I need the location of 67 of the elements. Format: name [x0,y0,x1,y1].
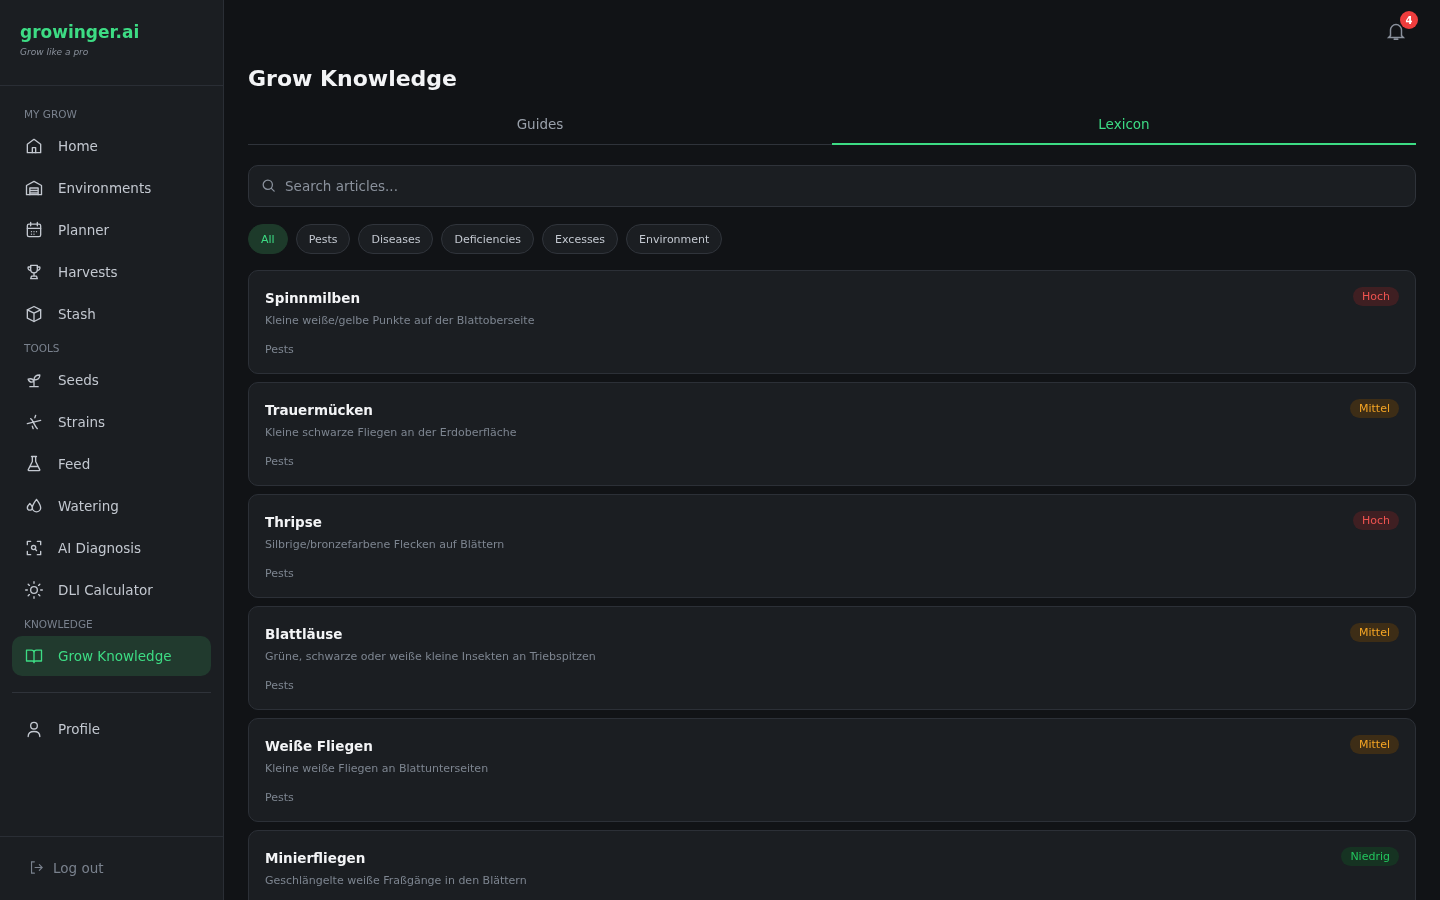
severity-badge: Mittel [1350,735,1399,754]
nav-item[interactable]: Grow Knowledge [12,636,211,676]
garage-icon [24,178,44,198]
filter-chip[interactable]: Environment [626,224,723,254]
filter-chip[interactable]: Pests [295,224,351,254]
filter-chip[interactable]: Excesses [542,224,619,254]
article-card[interactable]: Spinnmilben Kleine weiße/gelbe Punkte auf der Blattoberseite Pests Hoch [248,270,1416,374]
article-title: Minierfliegen [265,850,366,866]
nav-item[interactable]: Watering [12,486,211,526]
section-heading: MY GROW [23,107,78,122]
notification-badge: 4 [1400,11,1418,29]
severity-badge: Mittel [1350,623,1399,642]
article-category: Pests [265,791,294,804]
article-title: Trauermücken [265,402,373,418]
article-category: Pests [265,567,294,580]
tab[interactable]: Guides [248,105,832,145]
article-title: Spinnmilben [265,290,360,306]
article-category: Pests [265,679,294,692]
article-card[interactable]: Trauermücken Kleine schwarze Fliegen an der Erdoberfläche Pests Mittel [248,382,1416,486]
nav-item[interactable]: Feed [12,444,211,484]
nav-item[interactable]: DLI Calculator [12,570,211,610]
search-field[interactable]: Search articles... [248,165,1416,207]
article-card[interactable]: Blattläuse Grüne, schwarze oder weiße kleine Insekten an Triebspitzen Pests Mittel [248,606,1416,710]
logout-button[interactable]: Log out [28,859,104,876]
nav-item[interactable]: Environments [12,168,211,208]
article-card[interactable]: Minierfliegen Geschlängelte weiße Fraßgänge in den Blättern Niedrig [248,830,1416,900]
tagline: Grow like a pro [20,47,89,57]
severity-badge: Niedrig [1341,847,1399,866]
house-icon [24,136,44,156]
nav-item[interactable]: Stash [12,294,211,334]
page-title: Grow Knowledge [248,66,458,91]
article-description: Kleine weiße/gelbe Punkte auf der Blattoberseite [265,314,535,327]
severity-badge: Hoch [1352,287,1399,306]
nav-item[interactable]: Planner [12,210,211,250]
section-heading: KNOWLEDGE [23,617,94,632]
tab[interactable]: Lexicon [832,105,1416,145]
severity-badge: Hoch [1352,511,1399,530]
article-title: Thripse [265,514,322,530]
nav-item[interactable]: Profile [12,709,211,749]
scan-icon [24,538,44,558]
nav-item[interactable]: Home [12,126,211,166]
nav-item[interactable]: Seeds [12,360,211,400]
logo: growinger.ai [20,22,140,42]
filter-chip[interactable]: All [248,224,288,254]
article-description: Grüne, schwarze oder weiße kleine Insekten an Triebspitzen [265,650,596,663]
article-category: Pests [265,343,294,356]
trophy-icon [24,262,44,282]
article-card[interactable]: Thripse Silbrige/bronzefarbene Flecken auf Blättern Pests Hoch [248,494,1416,598]
article-description: Geschlängelte weiße Fraßgänge in den Blättern [265,874,527,887]
article-description: Kleine schwarze Fliegen an der Erdoberfläche [265,426,517,439]
section-heading: TOOLS [23,341,61,356]
box-icon [24,304,44,324]
article-card[interactable]: Weiße Fliegen Kleine weiße Fliegen an Blattunterseiten Pests Mittel [248,718,1416,822]
logout-icon [28,859,45,876]
article-title: Weiße Fliegen [265,738,373,754]
article-title: Blattläuse [265,626,343,642]
nav-item[interactable]: Harvests [12,252,211,292]
filter-chip[interactable]: Deficiencies [441,224,535,254]
article-description: Silbrige/bronzefarbene Flecken auf Blättern [265,538,505,551]
article-category: Pests [265,455,294,468]
article-description: Kleine weiße Fliegen an Blattunterseiten [265,762,489,775]
nav-item[interactable]: Strains [12,402,211,442]
filter-chip[interactable]: Diseases [358,224,434,254]
severity-badge: Mittel [1350,399,1399,418]
calendar-icon [24,220,44,240]
nav-item[interactable]: AI Diagnosis [12,528,211,568]
sun-icon [24,580,44,600]
